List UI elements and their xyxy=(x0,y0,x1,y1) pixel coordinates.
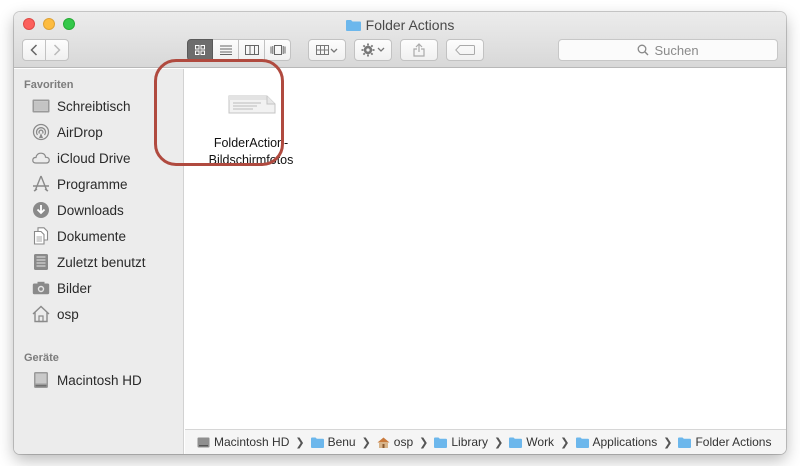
folder-icon xyxy=(434,437,448,448)
search-icon xyxy=(638,44,649,56)
folder-icon xyxy=(310,437,324,448)
folder-icon xyxy=(575,437,589,448)
finder-window: Folder Actions Suchen Favoriten Schreibt… xyxy=(14,12,786,454)
path-crumb-label: Macintosh HD xyxy=(214,435,290,449)
sidebar-item-macintosh-hd[interactable]: Macintosh HD xyxy=(32,369,182,391)
path-crumb-users[interactable]: Benutz xyxy=(310,435,356,449)
download-icon xyxy=(32,201,50,219)
chevron-left-icon xyxy=(30,44,38,56)
list-view-button[interactable] xyxy=(213,39,239,61)
path-crumb-osp[interactable]: osp xyxy=(377,435,413,449)
path-bar: Macintosh HD ❯ Benutz ❯ osp ❯ Library ❯ … xyxy=(185,429,786,454)
sidebar-item-label: Programme xyxy=(57,176,128,192)
applications-icon xyxy=(32,175,50,193)
sidebar-section-favorites: Favoriten xyxy=(24,79,74,91)
tag-icon xyxy=(455,45,475,55)
action-menu-button[interactable] xyxy=(354,39,392,61)
icon-view-button[interactable] xyxy=(187,39,213,61)
chevron-right-icon: ❯ xyxy=(295,436,305,449)
hard-drive-icon xyxy=(32,371,50,389)
sidebar-item-label: Bilder xyxy=(57,280,92,296)
list-icon xyxy=(219,45,232,55)
path-crumb-applications[interactable]: Applications xyxy=(575,435,658,449)
search-field[interactable]: Suchen xyxy=(558,39,778,61)
share-icon xyxy=(413,43,425,57)
folder-icon xyxy=(678,437,692,448)
sidebar-item-zuletzt-benutzt[interactable]: Zuletzt benutzt xyxy=(32,251,182,273)
forward-button[interactable] xyxy=(45,39,69,61)
sidebar-item-label: Schreibtisch xyxy=(57,98,131,114)
sidebar-item-label: Downloads xyxy=(57,202,124,218)
sidebar-item-label: Macintosh HD xyxy=(57,372,142,388)
path-crumb-label: Library xyxy=(451,435,489,449)
hard-drive-icon xyxy=(197,437,210,447)
gallery-view-button[interactable] xyxy=(265,39,291,61)
search-placeholder: Suchen xyxy=(654,42,699,58)
path-crumb-label: Workfl xyxy=(526,435,555,449)
chevron-right-icon: ❯ xyxy=(361,436,371,449)
path-crumb-label: Folder Actions xyxy=(695,435,772,449)
path-crumb-label: Applications xyxy=(592,435,658,449)
arrange-grid-icon xyxy=(316,45,338,55)
folder-icon xyxy=(345,20,361,31)
home-icon xyxy=(32,305,50,323)
share-button[interactable] xyxy=(400,39,438,61)
column-view-button[interactable] xyxy=(239,39,265,61)
sidebar-item-dokumente[interactable]: Dokumente xyxy=(32,225,182,247)
path-crumb-label: Benutz xyxy=(327,435,356,449)
tag-button[interactable] xyxy=(446,39,484,61)
path-crumb-macintosh-hd[interactable]: Macintosh HD xyxy=(197,435,289,449)
sidebar-item-label: osp xyxy=(57,306,79,322)
documents-icon xyxy=(32,227,50,245)
cover-flow-icon xyxy=(270,45,285,55)
airdrop-icon xyxy=(32,123,50,141)
home-icon xyxy=(377,437,390,448)
sidebar-item-programme[interactable]: Programme xyxy=(32,173,182,195)
sidebar-item-downloads[interactable]: Downloads xyxy=(32,199,182,221)
sidebar-item-bilder[interactable]: Bilder xyxy=(32,277,182,299)
camera-icon xyxy=(32,279,50,297)
sidebar-item-label: iCloud Drive xyxy=(57,150,131,166)
path-crumb-library[interactable]: Library xyxy=(434,435,488,449)
chevron-right-icon: ❯ xyxy=(560,436,570,449)
grid-icon xyxy=(195,45,205,55)
sidebar-item-label: AirDrop xyxy=(57,124,103,140)
recents-icon xyxy=(32,253,50,271)
window-title: Folder Actions xyxy=(14,16,786,34)
sidebar-item-osp[interactable]: osp xyxy=(32,303,182,325)
chevron-right-icon: ❯ xyxy=(494,436,504,449)
sidebar-item-label: Zuletzt benutzt xyxy=(57,254,146,270)
path-crumb-folder-actions[interactable]: Folder Actions xyxy=(678,435,771,449)
chevron-right-icon xyxy=(53,44,61,56)
window-title-text: Folder Actions xyxy=(365,17,455,33)
columns-icon xyxy=(244,45,259,55)
folder-icon xyxy=(509,437,523,448)
arrange-button[interactable] xyxy=(308,39,346,61)
chevron-right-icon: ❯ xyxy=(419,436,429,449)
highlight-annotation-ring xyxy=(154,59,284,166)
desktop-icon xyxy=(32,97,50,115)
path-crumb-workflows[interactable]: Workfl xyxy=(509,435,554,449)
sidebar-item-label: Dokumente xyxy=(57,228,127,244)
cloud-icon xyxy=(32,149,50,167)
chevron-right-icon: ❯ xyxy=(663,436,673,449)
back-button[interactable] xyxy=(22,39,46,61)
toolbar: Folder Actions Suchen xyxy=(14,12,786,68)
gear-icon xyxy=(361,43,385,57)
view-mode-segmented-control xyxy=(187,39,291,61)
sidebar-section-devices: Geräte xyxy=(24,352,59,364)
path-crumb-label: osp xyxy=(393,435,414,449)
